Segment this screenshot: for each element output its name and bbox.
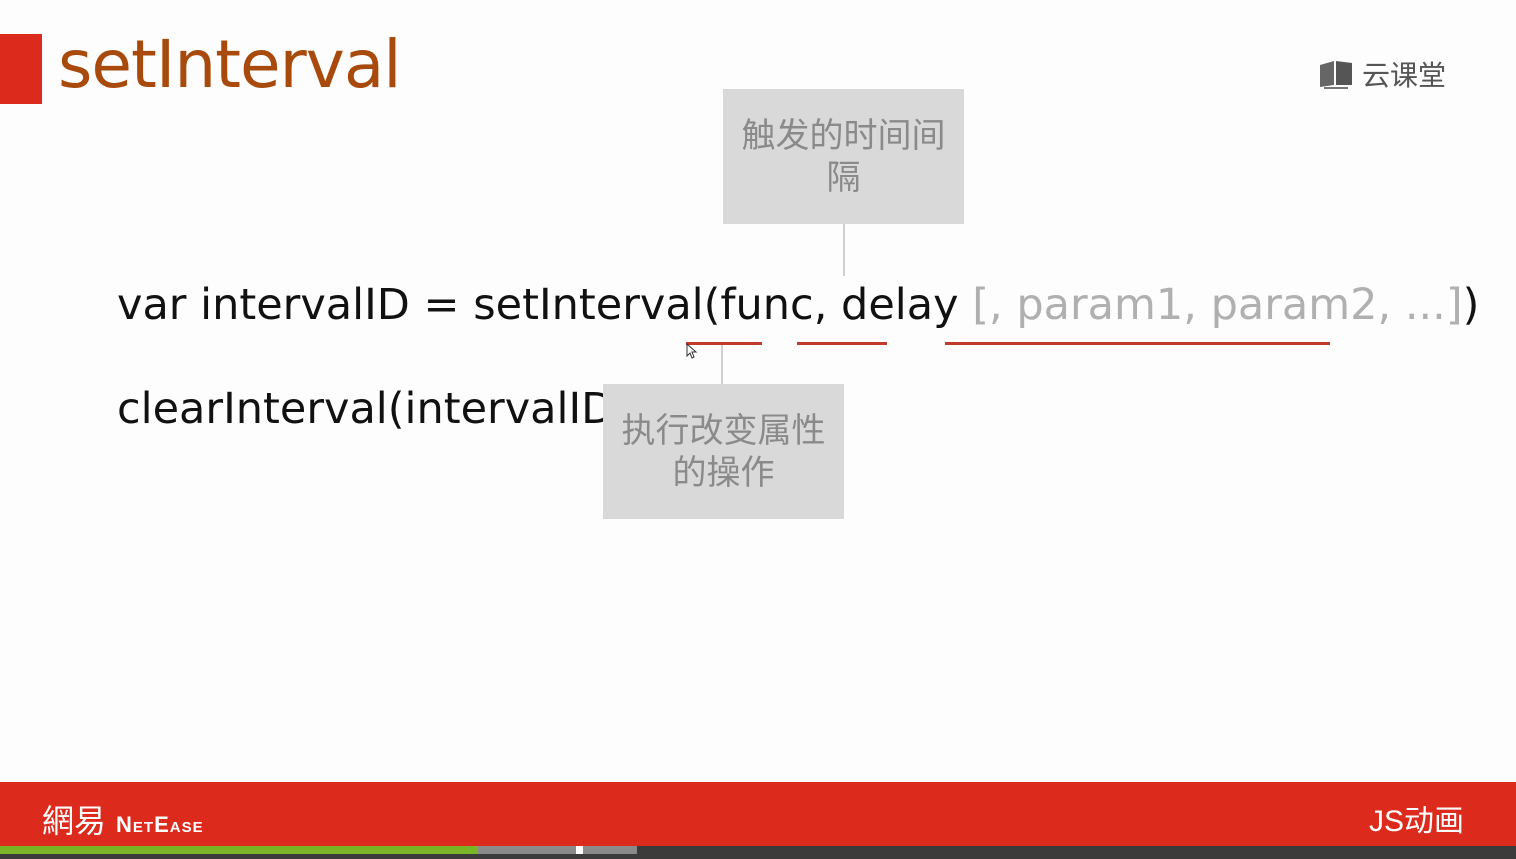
title-accent-bar <box>0 34 42 104</box>
callout-delay-connector <box>843 224 845 276</box>
brand-label: 云课堂 <box>1362 60 1447 91</box>
footer-bar: 網易 NetEase JS动画 <box>0 782 1516 846</box>
callout-delay: 触发的时间间隔 <box>723 89 964 224</box>
code-line-setinterval: var intervalID = setInterval(func, delay… <box>117 280 1479 330</box>
callout-func-connector <box>721 345 723 384</box>
underline-delay <box>797 342 887 345</box>
course-name: JS动画 <box>1368 805 1464 838</box>
code-line-clearinterval: clearInterval(intervalID) <box>117 384 632 434</box>
brand-logo: 云课堂 <box>1318 54 1446 94</box>
code-close-paren: ) <box>1462 280 1480 330</box>
progress-played <box>0 846 478 854</box>
progress-handle[interactable] <box>575 846 583 854</box>
code-main: var intervalID = setInterval(func, delay <box>117 280 973 330</box>
slide-title: setInterval <box>58 26 402 103</box>
progress-buffered <box>477 846 637 854</box>
underline-params <box>945 342 1330 345</box>
netease-logo-cn: 網易 <box>42 802 107 840</box>
book-icon <box>1318 59 1354 89</box>
code-optional-params: [, param1, param2, ...] <box>972 280 1463 330</box>
video-progress-bar[interactable] <box>0 846 1516 859</box>
mouse-cursor-icon <box>686 342 698 364</box>
netease-logo: 網易 NetEase <box>42 796 204 842</box>
netease-logo-en: NetEase <box>116 812 204 837</box>
callout-func: 执行改变属性的操作 <box>603 384 844 519</box>
